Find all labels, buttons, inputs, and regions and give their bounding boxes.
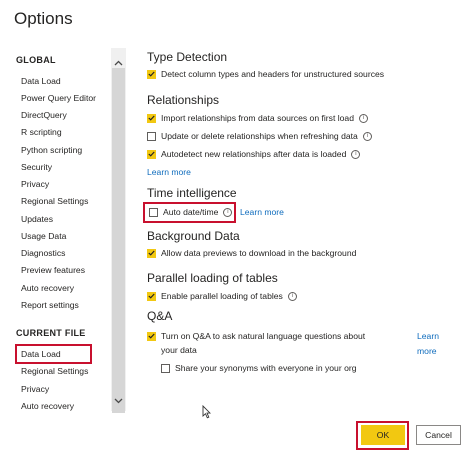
sidebar-item-preview-features[interactable]: Preview features [21, 264, 85, 276]
info-icon[interactable]: i [362, 131, 372, 141]
sidebar-item-privacy[interactable]: Privacy [21, 178, 49, 190]
checkbox-checked[interactable] [147, 291, 156, 301]
sidebar-item-regional-settings[interactable]: Regional Settings [21, 195, 88, 207]
import-relationships-option[interactable]: Import relationships from data sources o… [147, 112, 368, 124]
checkbox-checked[interactable] [147, 331, 156, 341]
current-file-heading: CURRENT FILE [16, 328, 86, 338]
sidebar-item-current-auto-recovery[interactable]: Auto recovery [21, 400, 74, 412]
info-icon[interactable]: i [223, 207, 233, 217]
qa-heading: Q&A [147, 309, 173, 323]
checkbox-unchecked[interactable] [161, 363, 170, 373]
relationships-heading: Relationships [147, 93, 220, 107]
info-icon[interactable]: i [351, 149, 361, 159]
sidebar-item-directquery[interactable]: DirectQuery [21, 109, 67, 121]
option-label: Auto date/time [163, 207, 219, 217]
option-label: Allow data previews to download in the b… [161, 248, 357, 258]
time-intelligence-learn-more-link[interactable]: Learn more [240, 207, 284, 217]
option-label: Update or delete relationships when refr… [161, 131, 358, 141]
option-label-continued: your data [161, 345, 197, 355]
sidebar-item-r-scripting[interactable]: R scripting [21, 126, 62, 138]
checkbox-checked[interactable] [147, 69, 156, 79]
qa-learn-more-link-line2[interactable]: more [417, 346, 437, 356]
sidebar-item-usage-data[interactable]: Usage Data [21, 230, 66, 242]
sidebar-item-current-privacy[interactable]: Privacy [21, 383, 49, 395]
enable-parallel-loading-option[interactable]: Enable parallel loading of tables i [147, 290, 297, 302]
chevron-up-icon[interactable] [112, 56, 125, 70]
sidebar-item-diagnostics[interactable]: Diagnostics [21, 247, 65, 259]
checkbox-checked[interactable] [147, 113, 156, 123]
ok-button[interactable]: OK [361, 425, 405, 445]
share-synonyms-option[interactable]: Share your synonyms with everyone in you… [161, 362, 357, 374]
autodetect-relationships-option[interactable]: Autodetect new relationships after data … [147, 148, 361, 160]
chevron-down-icon[interactable] [112, 394, 125, 408]
checkbox-checked[interactable] [147, 248, 156, 258]
scrollbar-thumb[interactable] [112, 68, 125, 413]
sidebar-item-python-scripting[interactable]: Python scripting [21, 144, 82, 156]
background-data-heading: Background Data [147, 229, 240, 243]
checkbox-checked[interactable] [147, 149, 156, 159]
checkbox-unchecked[interactable] [149, 207, 158, 217]
option-label: Enable parallel loading of tables [161, 291, 283, 301]
turn-on-qa-option[interactable]: Turn on Q&A to ask natural language ques… [147, 330, 365, 342]
global-heading: GLOBAL [16, 55, 56, 65]
allow-data-previews-option[interactable]: Allow data previews to download in the b… [147, 247, 356, 259]
relationships-learn-more-link[interactable]: Learn more [147, 167, 191, 177]
checkbox-unchecked[interactable] [147, 131, 156, 141]
sidebar-item-current-regional-settings[interactable]: Regional Settings [21, 365, 88, 377]
sidebar-item-data-load[interactable]: Data Load [21, 75, 61, 87]
option-label: Autodetect new relationships after data … [161, 149, 347, 159]
mouse-pointer-icon [202, 404, 212, 424]
qa-learn-more-link[interactable]: Learn [417, 331, 439, 341]
info-icon[interactable]: i [287, 291, 297, 301]
option-label: Import relationships from data sources o… [161, 113, 354, 123]
time-intelligence-heading: Time intelligence [147, 186, 237, 200]
parallel-loading-heading: Parallel loading of tables [147, 271, 278, 285]
option-label: Share your synonyms with everyone in you… [175, 363, 357, 373]
dialog-title: Options [14, 9, 73, 28]
detect-column-types-option[interactable]: Detect column types and headers for unst… [147, 68, 384, 80]
type-detection-heading: Type Detection [147, 50, 228, 64]
update-relationships-option[interactable]: Update or delete relationships when refr… [147, 130, 372, 142]
sidebar-item-power-query-editor[interactable]: Power Query Editor [21, 92, 96, 104]
auto-date-time-option[interactable]: Auto date/time i [149, 206, 233, 218]
cancel-button[interactable]: Cancel [416, 425, 461, 445]
sidebar-item-updates[interactable]: Updates [21, 213, 53, 225]
option-label: Turn on Q&A to ask natural language ques… [161, 331, 366, 341]
sidebar-item-security[interactable]: Security [21, 161, 52, 173]
option-label: Detect column types and headers for unst… [161, 69, 385, 79]
sidebar-item-report-settings[interactable]: Report settings [21, 299, 79, 311]
sidebar-item-current-data-load[interactable]: Data Load [21, 348, 61, 360]
sidebar-item-auto-recovery[interactable]: Auto recovery [21, 282, 74, 294]
info-icon[interactable]: i [358, 113, 368, 123]
